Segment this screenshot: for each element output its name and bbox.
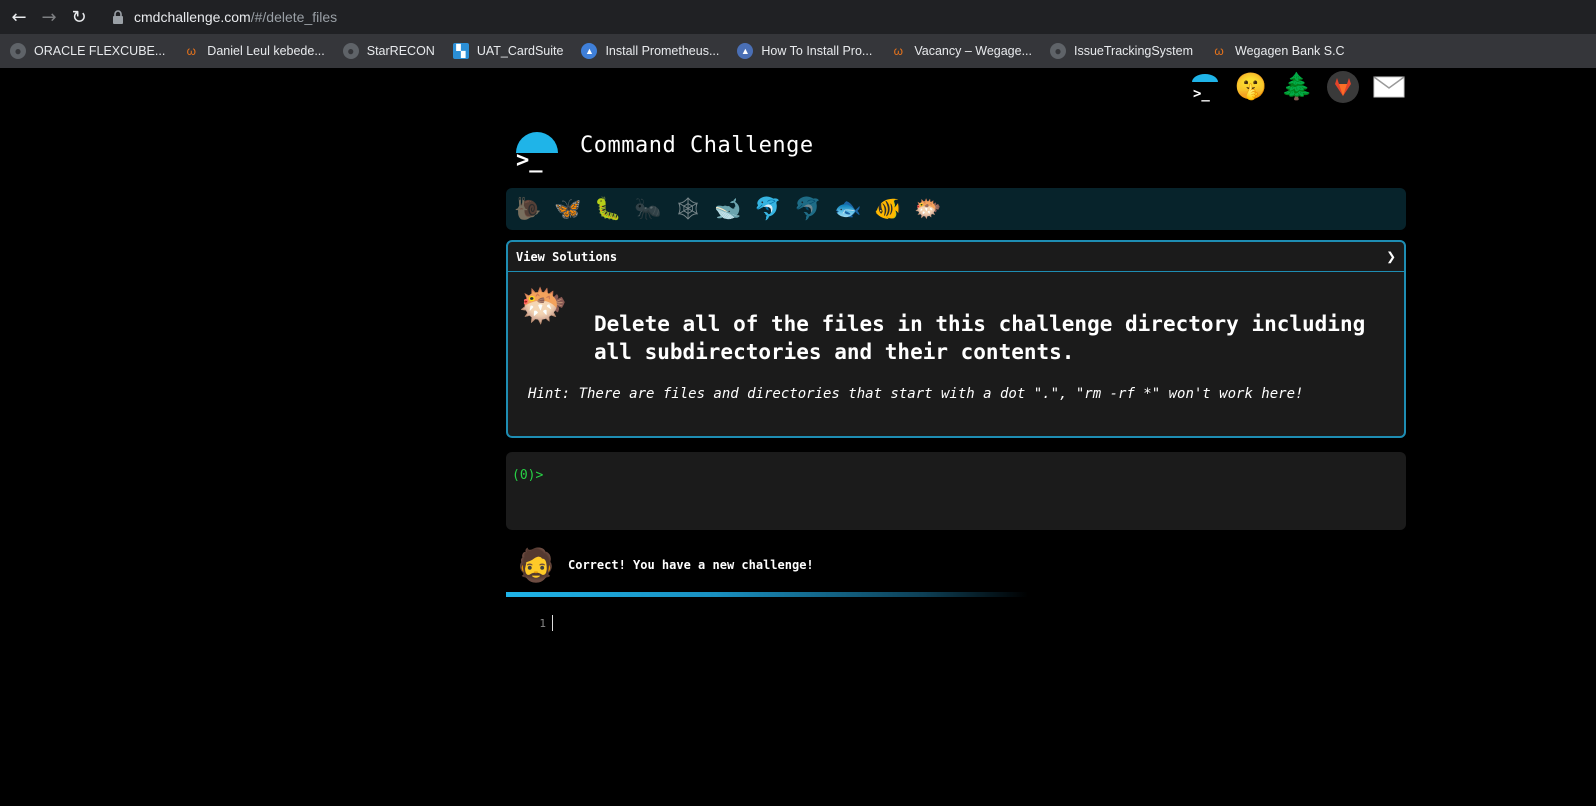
- forward-button[interactable]: →: [34, 2, 64, 32]
- blue-icon: ▲: [581, 43, 598, 59]
- tree-icon[interactable]: 🌲: [1280, 70, 1314, 104]
- terminal-logo[interactable]: >_: [514, 122, 558, 173]
- view-solutions-label: View Solutions: [516, 249, 618, 264]
- command-editor[interactable]: 1: [506, 615, 1406, 631]
- cardsuite-icon: ▚: [452, 43, 469, 59]
- bookmark-issue-tracking[interactable]: ● IssueTrackingSystem: [1050, 43, 1193, 59]
- progress-fill: [506, 592, 1028, 597]
- line-number: 1: [539, 616, 546, 630]
- address-bar[interactable]: cmdchallenge.com/#/delete_files: [104, 3, 1584, 31]
- bookmark-how-to-install[interactable]: ▲ How To Install Pro...: [737, 43, 872, 59]
- blue-icon: ▲: [737, 43, 754, 59]
- terminal-output[interactable]: (0)>: [506, 452, 1406, 530]
- snail-level-icon[interactable]: 🐌: [514, 197, 541, 222]
- blowfish-icon: 🐡: [518, 283, 568, 329]
- lock-icon: [113, 10, 123, 24]
- bearded-man-avatar-icon: 🧔: [516, 546, 556, 584]
- bookmark-uat-cardsuite[interactable]: ▚ UAT_CardSuite: [452, 43, 563, 59]
- bookmark-vacancy-wegagen[interactable]: ω Vacancy – Wegage...: [890, 43, 1032, 59]
- ant-level-icon[interactable]: 🐜: [634, 197, 661, 222]
- envelope-icon[interactable]: [1372, 70, 1406, 104]
- wegagen-icon: ω: [893, 44, 904, 58]
- bookmark-install-prometheus[interactable]: ▲ Install Prometheus...: [581, 43, 719, 59]
- dolphin-level-icon[interactable]: 🐬: [754, 197, 781, 222]
- challenge-panel: View Solutions ❯ 🐡 Delete all of the fil…: [506, 240, 1406, 438]
- page-title: Command Challenge: [580, 132, 814, 158]
- globe-icon: ●: [1050, 43, 1066, 59]
- globe-icon: ●: [342, 43, 359, 59]
- main-container: >_ Command Challenge 🐌 🦋 🐛 🐜 🕸 🐋 🐬 🐬 🐟 🐠…: [506, 110, 1406, 631]
- feedback-row: 🧔 Correct! You have a new challenge!: [506, 540, 1406, 590]
- bookmark-starrecon[interactable]: ● StarRECON: [342, 43, 435, 59]
- level-bar: 🐌 🦋 🐛 🐜 🕸 🐋 🐬 🐬 🐟 🐠 🐡: [506, 188, 1406, 230]
- shushing-face-icon[interactable]: 🤫: [1234, 70, 1268, 104]
- gitlab-icon[interactable]: [1326, 70, 1360, 104]
- svg-text:>_: >_: [1193, 86, 1210, 102]
- butterfly-level-icon[interactable]: 🦋: [554, 197, 581, 222]
- back-button[interactable]: ←: [4, 2, 34, 32]
- reload-button[interactable]: ↻: [64, 2, 94, 32]
- bookmark-oracle-flexcube[interactable]: ● ORACLE FLEXCUBE...: [10, 43, 165, 59]
- bookmarks-bar: ● ORACLE FLEXCUBE... ω Daniel Leul kebede.…: [0, 34, 1596, 68]
- terminal-logo-icon[interactable]: >_: [1188, 70, 1222, 104]
- wegagen-icon: ω: [1214, 44, 1224, 58]
- wegagen-icon: ω: [186, 44, 196, 58]
- bookmark-wegagen-bank[interactable]: ω Wegagen Bank S.C: [1211, 43, 1344, 59]
- spiderweb-level-icon[interactable]: 🕸: [674, 197, 702, 222]
- tropical-fish-level-icon[interactable]: 🐠: [874, 197, 901, 222]
- browser-toolbar: ← → ↻ cmdchallenge.com/#/delete_files: [0, 0, 1596, 34]
- challenge-text: Delete all of the files in this challeng…: [594, 312, 1366, 364]
- fish-level-icon[interactable]: 🐟: [834, 197, 861, 222]
- globe-icon: ●: [10, 43, 26, 59]
- url-host: cmdchallenge.com: [134, 9, 251, 25]
- bookmark-daniel-leul[interactable]: ω Daniel Leul kebede...: [183, 43, 325, 59]
- top-icon-bar: >_ 🤫 🌲: [1188, 70, 1406, 104]
- terminal-prompt: (0)>: [512, 468, 544, 483]
- view-solutions-toggle[interactable]: View Solutions ❯: [508, 242, 1404, 272]
- challenge-hint: Hint: There are files and directories th…: [528, 386, 1304, 402]
- text-caret: [552, 615, 553, 631]
- progress-bar: [506, 592, 1406, 597]
- whale-level-icon[interactable]: 🐋: [714, 197, 741, 222]
- blowfish-level-icon[interactable]: 🐡: [914, 197, 941, 222]
- brand-header: >_ Command Challenge: [506, 110, 1406, 180]
- feedback-message: Correct! You have a new challenge!: [568, 558, 814, 572]
- url-path: /#/delete_files: [250, 9, 338, 25]
- dolphin-level-icon[interactable]: 🐬: [794, 197, 821, 222]
- chevron-right-icon: ❯: [1386, 247, 1396, 266]
- bug-level-icon[interactable]: 🐛: [594, 197, 621, 222]
